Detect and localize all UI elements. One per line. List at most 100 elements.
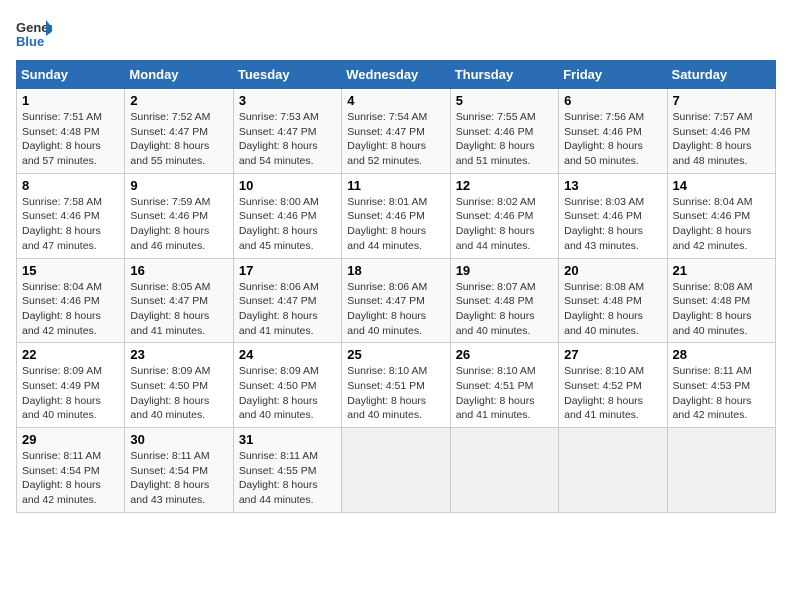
sunrise-label: Sunrise: 8:11 AM (239, 450, 318, 462)
sunset-label: Sunset: 4:50 PM (239, 380, 317, 392)
daylight-label: Daylight: 8 hours and 54 minutes. (239, 140, 318, 167)
daylight-label: Daylight: 8 hours and 43 minutes. (564, 225, 643, 252)
sunrise-label: Sunrise: 8:07 AM (456, 281, 536, 293)
sunset-label: Sunset: 4:55 PM (239, 465, 317, 477)
calendar-cell: 20 Sunrise: 8:08 AM Sunset: 4:48 PM Dayl… (559, 258, 667, 343)
day-info: Sunrise: 7:59 AM Sunset: 4:46 PM Dayligh… (130, 195, 227, 254)
calendar-cell: 25 Sunrise: 8:10 AM Sunset: 4:51 PM Dayl… (342, 343, 450, 428)
logo: General Blue (16, 16, 52, 52)
day-info: Sunrise: 7:58 AM Sunset: 4:46 PM Dayligh… (22, 195, 119, 254)
col-header-sunday: Sunday (17, 61, 125, 89)
daylight-label: Daylight: 8 hours and 46 minutes. (130, 225, 209, 252)
sunset-label: Sunset: 4:47 PM (130, 295, 208, 307)
day-number: 12 (456, 178, 553, 193)
day-number: 28 (673, 347, 770, 362)
day-info: Sunrise: 8:06 AM Sunset: 4:47 PM Dayligh… (239, 280, 336, 339)
day-number: 31 (239, 432, 336, 447)
calendar-cell: 27 Sunrise: 8:10 AM Sunset: 4:52 PM Dayl… (559, 343, 667, 428)
col-header-monday: Monday (125, 61, 233, 89)
daylight-label: Daylight: 8 hours and 42 minutes. (22, 310, 101, 337)
day-number: 19 (456, 263, 553, 278)
daylight-label: Daylight: 8 hours and 40 minutes. (22, 395, 101, 422)
calendar-cell: 3 Sunrise: 7:53 AM Sunset: 4:47 PM Dayli… (233, 89, 341, 174)
day-number: 14 (673, 178, 770, 193)
day-info: Sunrise: 7:56 AM Sunset: 4:46 PM Dayligh… (564, 110, 661, 169)
sunset-label: Sunset: 4:50 PM (130, 380, 208, 392)
svg-text:Blue: Blue (16, 34, 44, 49)
sunrise-label: Sunrise: 7:57 AM (673, 111, 753, 123)
day-info: Sunrise: 8:09 AM Sunset: 4:49 PM Dayligh… (22, 364, 119, 423)
sunrise-label: Sunrise: 8:11 AM (22, 450, 101, 462)
daylight-label: Daylight: 8 hours and 40 minutes. (347, 395, 426, 422)
calendar-cell: 23 Sunrise: 8:09 AM Sunset: 4:50 PM Dayl… (125, 343, 233, 428)
day-number: 18 (347, 263, 444, 278)
calendar-cell: 10 Sunrise: 8:00 AM Sunset: 4:46 PM Dayl… (233, 173, 341, 258)
sunrise-label: Sunrise: 8:01 AM (347, 196, 427, 208)
day-info: Sunrise: 8:11 AM Sunset: 4:54 PM Dayligh… (130, 449, 227, 508)
day-number: 22 (22, 347, 119, 362)
day-info: Sunrise: 7:53 AM Sunset: 4:47 PM Dayligh… (239, 110, 336, 169)
day-info: Sunrise: 8:10 AM Sunset: 4:51 PM Dayligh… (456, 364, 553, 423)
day-info: Sunrise: 8:04 AM Sunset: 4:46 PM Dayligh… (22, 280, 119, 339)
sunrise-label: Sunrise: 8:10 AM (564, 365, 644, 377)
day-info: Sunrise: 8:05 AM Sunset: 4:47 PM Dayligh… (130, 280, 227, 339)
day-number: 30 (130, 432, 227, 447)
day-info: Sunrise: 8:09 AM Sunset: 4:50 PM Dayligh… (239, 364, 336, 423)
sunset-label: Sunset: 4:47 PM (239, 295, 317, 307)
day-number: 17 (239, 263, 336, 278)
day-number: 8 (22, 178, 119, 193)
sunrise-label: Sunrise: 7:56 AM (564, 111, 644, 123)
day-info: Sunrise: 7:54 AM Sunset: 4:47 PM Dayligh… (347, 110, 444, 169)
sunrise-label: Sunrise: 8:11 AM (130, 450, 209, 462)
logo-bird-icon: General Blue (16, 16, 52, 52)
day-number: 29 (22, 432, 119, 447)
sunrise-label: Sunrise: 7:58 AM (22, 196, 102, 208)
sunset-label: Sunset: 4:46 PM (673, 126, 751, 138)
calendar-cell: 18 Sunrise: 8:06 AM Sunset: 4:47 PM Dayl… (342, 258, 450, 343)
day-number: 10 (239, 178, 336, 193)
day-number: 21 (673, 263, 770, 278)
day-number: 7 (673, 93, 770, 108)
day-number: 20 (564, 263, 661, 278)
sunset-label: Sunset: 4:46 PM (22, 295, 100, 307)
calendar-cell: 21 Sunrise: 8:08 AM Sunset: 4:48 PM Dayl… (667, 258, 775, 343)
day-info: Sunrise: 8:07 AM Sunset: 4:48 PM Dayligh… (456, 280, 553, 339)
day-number: 24 (239, 347, 336, 362)
sunset-label: Sunset: 4:46 PM (130, 210, 208, 222)
daylight-label: Daylight: 8 hours and 40 minutes. (673, 310, 752, 337)
sunrise-label: Sunrise: 8:06 AM (239, 281, 319, 293)
daylight-label: Daylight: 8 hours and 41 minutes. (564, 395, 643, 422)
calendar-week-1: 1 Sunrise: 7:51 AM Sunset: 4:48 PM Dayli… (17, 89, 776, 174)
sunrise-label: Sunrise: 7:59 AM (130, 196, 210, 208)
daylight-label: Daylight: 8 hours and 42 minutes. (673, 225, 752, 252)
daylight-label: Daylight: 8 hours and 52 minutes. (347, 140, 426, 167)
daylight-label: Daylight: 8 hours and 40 minutes. (239, 395, 318, 422)
day-info: Sunrise: 8:11 AM Sunset: 4:53 PM Dayligh… (673, 364, 770, 423)
day-number: 26 (456, 347, 553, 362)
day-info: Sunrise: 8:11 AM Sunset: 4:54 PM Dayligh… (22, 449, 119, 508)
sunset-label: Sunset: 4:46 PM (564, 126, 642, 138)
sunset-label: Sunset: 4:46 PM (673, 210, 751, 222)
daylight-label: Daylight: 8 hours and 50 minutes. (564, 140, 643, 167)
daylight-label: Daylight: 8 hours and 55 minutes. (130, 140, 209, 167)
sunrise-label: Sunrise: 8:02 AM (456, 196, 536, 208)
col-header-wednesday: Wednesday (342, 61, 450, 89)
calendar-cell: 26 Sunrise: 8:10 AM Sunset: 4:51 PM Dayl… (450, 343, 558, 428)
day-number: 11 (347, 178, 444, 193)
day-number: 13 (564, 178, 661, 193)
calendar-cell: 8 Sunrise: 7:58 AM Sunset: 4:46 PM Dayli… (17, 173, 125, 258)
calendar-cell (450, 428, 558, 513)
sunset-label: Sunset: 4:46 PM (22, 210, 100, 222)
sunrise-label: Sunrise: 8:10 AM (347, 365, 427, 377)
calendar-cell: 11 Sunrise: 8:01 AM Sunset: 4:46 PM Dayl… (342, 173, 450, 258)
sunset-label: Sunset: 4:46 PM (456, 126, 534, 138)
sunset-label: Sunset: 4:48 PM (456, 295, 534, 307)
sunrise-label: Sunrise: 7:51 AM (22, 111, 102, 123)
calendar-week-5: 29 Sunrise: 8:11 AM Sunset: 4:54 PM Dayl… (17, 428, 776, 513)
day-info: Sunrise: 8:08 AM Sunset: 4:48 PM Dayligh… (564, 280, 661, 339)
day-info: Sunrise: 8:02 AM Sunset: 4:46 PM Dayligh… (456, 195, 553, 254)
day-number: 27 (564, 347, 661, 362)
calendar-cell: 28 Sunrise: 8:11 AM Sunset: 4:53 PM Dayl… (667, 343, 775, 428)
day-info: Sunrise: 8:03 AM Sunset: 4:46 PM Dayligh… (564, 195, 661, 254)
daylight-label: Daylight: 8 hours and 42 minutes. (22, 479, 101, 506)
